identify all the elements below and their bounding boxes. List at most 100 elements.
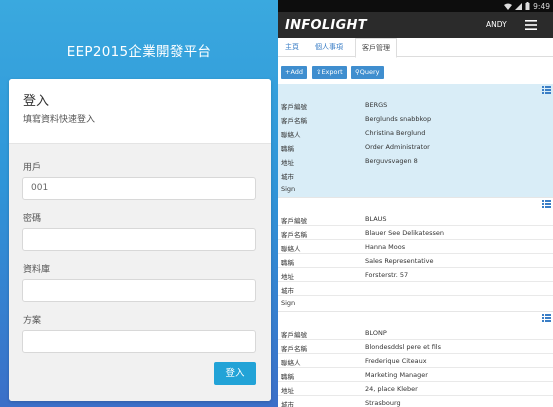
field-value: Christina Berglund bbox=[365, 129, 426, 137]
customer-list-screen: 9:49 INFOLIGHT ANDY 主頁 個人事項 客戶管理 +Add ⇪E… bbox=[278, 0, 553, 407]
field-value: BLAUS bbox=[365, 215, 387, 223]
hamburger-menu-icon[interactable] bbox=[525, 19, 537, 31]
app-title: EEP2015企業開發平台 bbox=[66, 44, 212, 60]
password-input[interactable] bbox=[22, 228, 256, 251]
field-value: Hanna Moos bbox=[365, 243, 406, 251]
field-value: BLONP bbox=[365, 329, 387, 337]
field-value: Strasbourg bbox=[365, 399, 401, 407]
field-label: 聯絡人 bbox=[281, 131, 301, 139]
login-screen: EEP2015企業開發平台 登入 填寫資料快速登入 用戶 001 密碼 資料庫 … bbox=[0, 0, 278, 407]
record-row: 聯絡人 Christina Berglund bbox=[278, 126, 553, 140]
field-label: Sign bbox=[281, 185, 296, 193]
field-label: 客戶名稱 bbox=[281, 231, 307, 239]
field-label: 城市 bbox=[281, 287, 294, 295]
field-value: Frederique Citeaux bbox=[365, 357, 427, 365]
screenshot-stage: EEP2015企業開發平台 登入 填寫資料快速登入 用戶 001 密碼 資料庫 … bbox=[0, 0, 553, 407]
field-label: 客戶名稱 bbox=[281, 345, 307, 353]
record-row: 職稱 Sales Representative bbox=[278, 254, 553, 268]
battery-icon bbox=[525, 2, 530, 10]
record-row: 城市 Strasbourg bbox=[278, 396, 553, 407]
query-button[interactable]: ⚲Query bbox=[351, 66, 384, 79]
field-label: 聯絡人 bbox=[281, 359, 301, 367]
record-row: 聯絡人 Hanna Moos bbox=[278, 240, 553, 254]
record-row: 客戶編號 BLAUS bbox=[278, 212, 553, 226]
status-bar: 9:49 bbox=[278, 0, 553, 12]
login-card-subtitle: 填寫資料快速登入 bbox=[23, 115, 96, 125]
field-label: 職稱 bbox=[281, 145, 294, 153]
signal-icon bbox=[515, 2, 523, 10]
record-row: 聯絡人 Frederique Citeaux bbox=[278, 354, 553, 368]
query-button-label: Query bbox=[359, 68, 380, 76]
record-card[interactable]: 客戶編號 BLONP 客戶名稱 Blondesddsl pere et fils 聯… bbox=[278, 311, 553, 407]
record-row: 城市 bbox=[278, 168, 553, 182]
login-card-title: 登入 bbox=[23, 94, 50, 109]
tab-home[interactable]: 主頁 bbox=[281, 38, 303, 57]
record-row: 客戶名稱 Blondesddsl pere et fils bbox=[278, 340, 553, 354]
record-row: 地址 Berguvsvagen 8 bbox=[278, 154, 553, 168]
export-button[interactable]: ⇪Export bbox=[312, 66, 347, 79]
field-label: 職稱 bbox=[281, 259, 294, 267]
add-button[interactable]: +Add bbox=[281, 66, 308, 79]
app-bar: INFOLIGHT ANDY bbox=[278, 12, 553, 38]
record-row: 城市 bbox=[278, 282, 553, 296]
toolbar: +Add ⇪Export ⚲Query bbox=[278, 57, 553, 84]
record-row: 客戶名稱 Blauer See Delikatessen bbox=[278, 226, 553, 240]
record-row: 客戶名稱 Berglunds snabbkop bbox=[278, 112, 553, 126]
login-card: 登入 填寫資料快速登入 用戶 001 密碼 資料庫 方案 登入 bbox=[9, 79, 271, 401]
user-input[interactable]: 001 bbox=[22, 177, 256, 200]
record-row: 地址 Forsterstr. 57 bbox=[278, 268, 553, 282]
field-value: Berglunds snabbkop bbox=[365, 115, 432, 123]
field-value: Forsterstr. 57 bbox=[365, 271, 409, 279]
field-value: Sales Representative bbox=[365, 257, 434, 265]
status-icons: 9:49 bbox=[504, 0, 550, 12]
field-label: 地址 bbox=[281, 387, 294, 395]
solution-input[interactable] bbox=[22, 330, 256, 353]
solution-label: 方案 bbox=[23, 316, 42, 326]
record-row: 職稱 Marketing Manager bbox=[278, 368, 553, 382]
user-label: 用戶 bbox=[23, 163, 42, 173]
field-value: BERGS bbox=[365, 101, 388, 109]
record-row: 客戶編號 BERGS bbox=[278, 98, 553, 112]
list-icon[interactable] bbox=[542, 314, 551, 322]
field-label: 客戶編號 bbox=[281, 331, 307, 339]
list-icon[interactable] bbox=[542, 86, 551, 94]
record-row: Sign bbox=[278, 296, 553, 310]
field-label: 地址 bbox=[281, 273, 294, 281]
field-label: 客戶名稱 bbox=[281, 117, 307, 125]
field-label: 客戶編號 bbox=[281, 217, 307, 225]
field-value: Blauer See Delikatessen bbox=[365, 229, 444, 237]
list-icon[interactable] bbox=[542, 200, 551, 208]
record-card[interactable]: 客戶編號 BLAUS 客戶名稱 Blauer See Delikatessen 聯絡… bbox=[278, 197, 553, 311]
field-label: 客戶編號 bbox=[281, 103, 307, 111]
database-input[interactable] bbox=[22, 279, 256, 302]
status-time: 9:49 bbox=[533, 1, 550, 11]
add-button-label: Add bbox=[290, 68, 304, 76]
tab-customer-management[interactable]: 客戶管理 bbox=[355, 38, 397, 58]
export-button-label: Export bbox=[321, 68, 343, 76]
field-label: 職稱 bbox=[281, 373, 294, 381]
login-button[interactable]: 登入 bbox=[214, 362, 256, 385]
tab-bar: 主頁 個人事項 客戶管理 bbox=[278, 38, 553, 58]
record-row: 客戶編號 BLONP bbox=[278, 326, 553, 340]
login-form: 用戶 001 密碼 資料庫 方案 登入 bbox=[9, 143, 271, 401]
record-row: 地址 24, place Kleber bbox=[278, 382, 553, 396]
field-value: Marketing Manager bbox=[365, 371, 428, 379]
field-value: 24, place Kleber bbox=[365, 385, 418, 393]
wifi-icon bbox=[504, 3, 513, 10]
tab-personal[interactable]: 個人事項 bbox=[307, 38, 351, 57]
field-value: Berguvsvagen 8 bbox=[365, 157, 418, 165]
field-label: 城市 bbox=[281, 401, 294, 407]
login-card-header: 登入 填寫資料快速登入 bbox=[9, 79, 271, 143]
record-card[interactable]: 客戶編號 BERGS 客戶名稱 Berglunds snabbkop 聯絡人 Chri… bbox=[278, 84, 553, 197]
field-value: Blondesddsl pere et fils bbox=[365, 343, 442, 351]
database-label: 資料庫 bbox=[23, 265, 51, 275]
record-row: 職稱 Order Administrator bbox=[278, 140, 553, 154]
field-label: 城市 bbox=[281, 173, 294, 181]
user-name[interactable]: ANDY bbox=[486, 20, 507, 29]
record-row: Sign bbox=[278, 182, 553, 196]
logo-text: INFOLIGHT bbox=[285, 17, 367, 33]
infolight-logo: INFOLIGHT bbox=[285, 16, 367, 34]
field-label: Sign bbox=[281, 299, 296, 307]
field-value: Order Administrator bbox=[365, 143, 430, 151]
field-label: 地址 bbox=[281, 159, 294, 167]
